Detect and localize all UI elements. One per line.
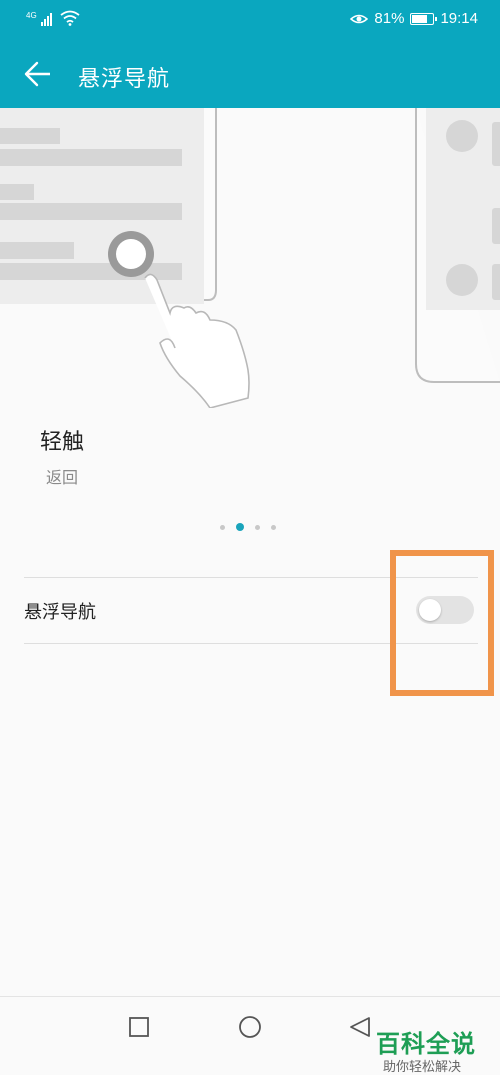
status-bar: 4G 81% 19:14 [0,0,500,40]
page-dot [236,523,244,531]
page-dot [255,524,260,530]
watermark-subtitle: 助你轻松解决 [383,1060,462,1075]
phone-right-illustration [415,108,500,383]
toggle-knob [419,599,441,621]
back-button[interactable] [18,54,58,94]
phone-left-illustration [0,108,217,304]
arrow-left-icon [24,61,50,87]
recent-apps-icon [129,1017,149,1037]
home-button[interactable] [238,1015,262,1039]
battery-icon [410,12,438,25]
watermark-title: 百科全说 [376,1030,476,1058]
page-dot [271,524,276,530]
setting-row-floating-nav[interactable]: 悬浮导航 [0,578,500,642]
floating-nav-toggle[interactable] [416,596,474,624]
back-triangle-icon [350,1017,370,1037]
battery-fill [412,14,428,23]
wifi-icon [60,10,80,26]
page-indicator[interactable] [220,523,276,531]
network-type: 4G [26,11,37,20]
carousel-title: 轻触 [40,430,85,455]
clock: 19:14 [440,10,478,27]
page-title: 悬浮导航 [78,67,171,92]
battery-percent: 81% [374,10,405,27]
divider-bottom [24,643,478,644]
recent-apps-button[interactable] [127,1015,151,1039]
home-icon [239,1016,261,1038]
carousel-subtitle: 返回 [46,468,79,487]
status-right: 81% 19:14 [350,10,478,27]
setting-label: 悬浮导航 [24,602,96,623]
app-bar: 悬浮导航 [0,40,500,108]
page-dot [220,524,225,530]
status-left: 4G [26,10,80,26]
eye-comfort-icon [350,14,369,23]
gesture-illustration[interactable] [0,108,500,408]
signal-icon [40,12,52,26]
back-nav-button[interactable] [348,1015,372,1039]
floating-dock-illustration [108,231,154,277]
